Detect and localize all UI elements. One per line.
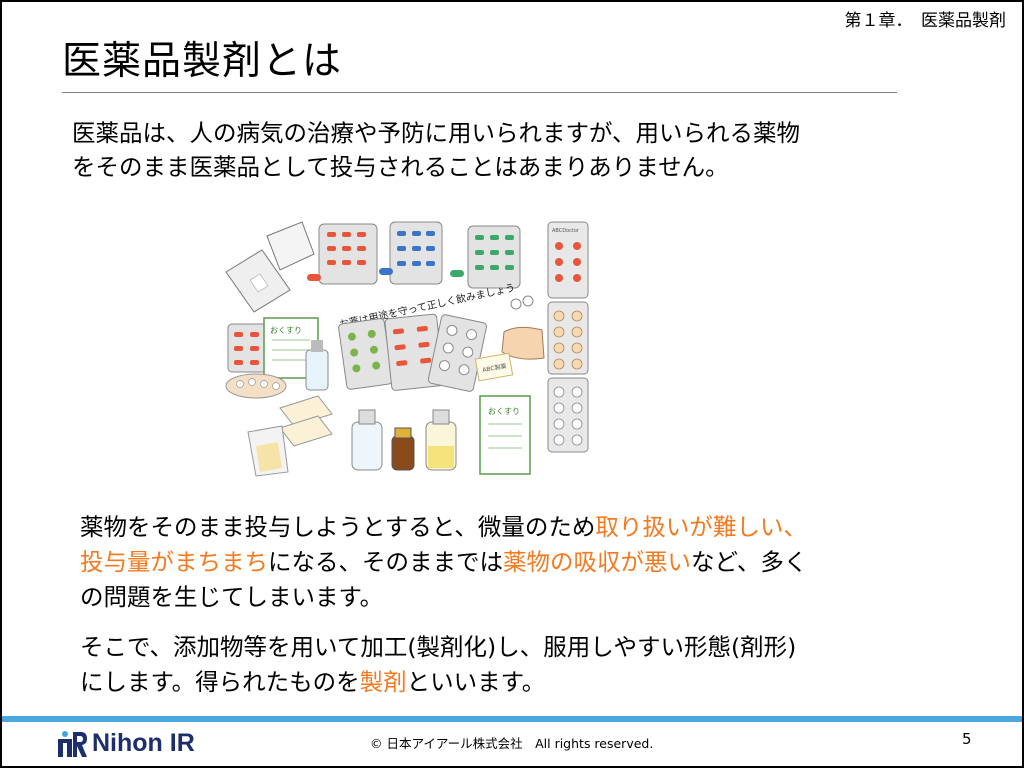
title-divider xyxy=(62,92,897,93)
p1-text-c: など、多く xyxy=(691,548,808,576)
p2-highlight-formulation: 製剤 xyxy=(359,668,407,696)
p1-highlight-handling: 取り扱いが難しい、 xyxy=(595,513,807,541)
p1-line-1: 薬物をそのまま投与しようとすると、微量のため取り扱いが難しい、 xyxy=(80,510,990,545)
folded-powder xyxy=(247,395,333,477)
paragraph-problems: 薬物をそのまま投与しようとすると、微量のため取り扱いが難しい、 投与量がまちまち… xyxy=(80,510,990,615)
pills-small xyxy=(510,295,534,310)
intro-line-2: をそのまま医薬品として投与されることはあまりありません。 xyxy=(72,153,729,181)
intro-line-1: 医薬品は、人の病気の治療や予防に用いられますが、用いられる薬物 xyxy=(72,119,801,147)
chapter-label: 第１章． 医薬品製剤 xyxy=(844,11,1007,31)
p1-text-a: 薬物をそのまま投与しようとすると、微量のため xyxy=(80,513,596,541)
p2-line-2: にします。得られたものを製剤といいます。 xyxy=(80,665,990,700)
blister-center xyxy=(338,318,393,390)
intro-text: 医薬品は、人の病気の治療や予防に用いられますが、用いられる薬物 をそのまま医薬品… xyxy=(72,116,992,184)
paragraph-formulation: そこで、添加物等を用いて加工(製剤化)し、服用しやすい形態(剤形) にします。得… xyxy=(80,630,990,700)
blister-brand-1: ABCDoctor xyxy=(552,228,580,234)
logo-text: Nihon IR xyxy=(92,728,195,757)
p2-text-c: といいます。 xyxy=(406,668,546,696)
hand-with-card: ABC製薬 xyxy=(474,326,545,382)
bottles xyxy=(351,409,457,471)
nihon-ir-logo: Nihon IR xyxy=(56,728,195,758)
p1-line-2: 投与量がまちまちになる、そのままでは薬物の吸収が悪いなど、多く xyxy=(80,545,990,580)
p2-text-b: にします。得られたものを xyxy=(80,668,360,696)
medicine-illustration: ABCDoctor お薬は用途を守って正しく飲みましょう おくすり ABC製薬 … xyxy=(225,221,589,477)
slide-title: 医薬品製剤とは xyxy=(62,39,343,84)
bag-label-right: おくすり xyxy=(488,407,520,416)
liquid-bottle xyxy=(305,349,329,391)
p1-line-3: の問題を生じてしまいます。 xyxy=(80,583,384,611)
bag-label-left: おくすり xyxy=(270,326,302,335)
nihon-ir-logo-icon xyxy=(58,731,87,757)
copyright-text: © 日本アイアール株式会社 All rights reserved. xyxy=(370,736,654,751)
p2-line-1: そこで、添加物等を用いて加工(製剤化)し、服用しやすい形態(剤形) xyxy=(80,633,797,661)
p1-highlight-absorption: 薬物の吸収が悪い xyxy=(503,548,691,576)
footer-accent-bar xyxy=(2,716,1022,722)
p1-highlight-dose: 投与量がまちまち xyxy=(80,548,268,576)
p1-text-b: になる、そのままでは xyxy=(268,548,503,576)
page-number: 5 xyxy=(962,730,972,748)
powder-packets xyxy=(225,221,315,313)
